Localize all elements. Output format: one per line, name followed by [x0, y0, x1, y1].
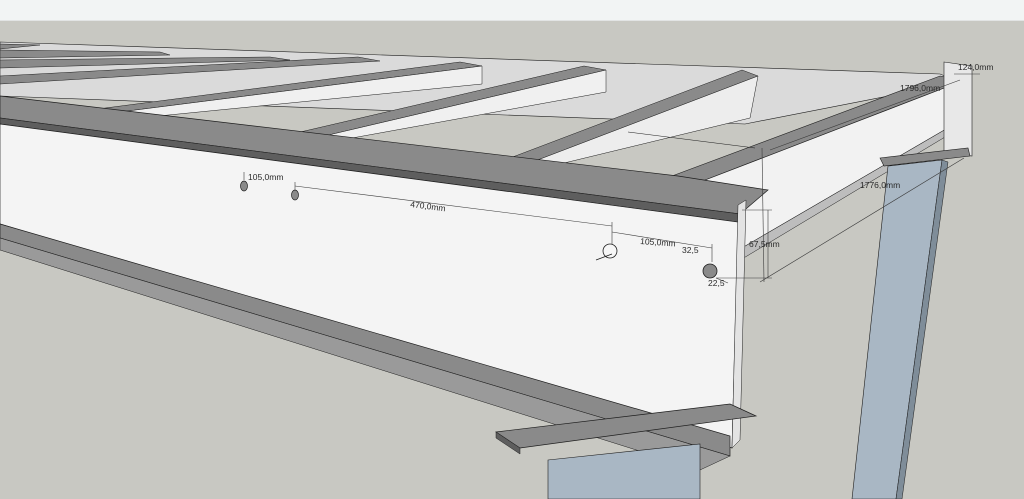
dim-label-32: 32,5: [682, 245, 699, 255]
front-column-face: [547, 443, 701, 499]
dim-label-1796: 1796,0mm: [900, 83, 940, 93]
column-face: [851, 159, 943, 499]
dim-label-22: 22,5: [708, 278, 725, 288]
toolbar-strip: [0, 0, 1024, 21]
dim-label-105-left: 105,0mm: [248, 172, 283, 182]
right-column: [851, 147, 971, 499]
dim-label-67: 67,5mm: [749, 239, 780, 249]
dim-label-124: 124,0mm: [958, 62, 993, 72]
model-viewport[interactable]: 105,0mm 470,0mm 105,0mm 32,5 22,5 67,5mm…: [0, 0, 1024, 499]
bolt-hole-3[interactable]: [602, 243, 618, 259]
steel-structure-scene[interactable]: 105,0mm 470,0mm 105,0mm 32,5 22,5 67,5mm…: [0, 20, 1024, 499]
dim-label-1776: 1776,0mm: [860, 180, 900, 190]
far-beam-cap: [943, 61, 973, 157]
bolt-hole-2[interactable]: [291, 189, 299, 201]
bolt-hole-4[interactable]: [702, 263, 718, 279]
bolt-hole-1[interactable]: [240, 180, 248, 192]
